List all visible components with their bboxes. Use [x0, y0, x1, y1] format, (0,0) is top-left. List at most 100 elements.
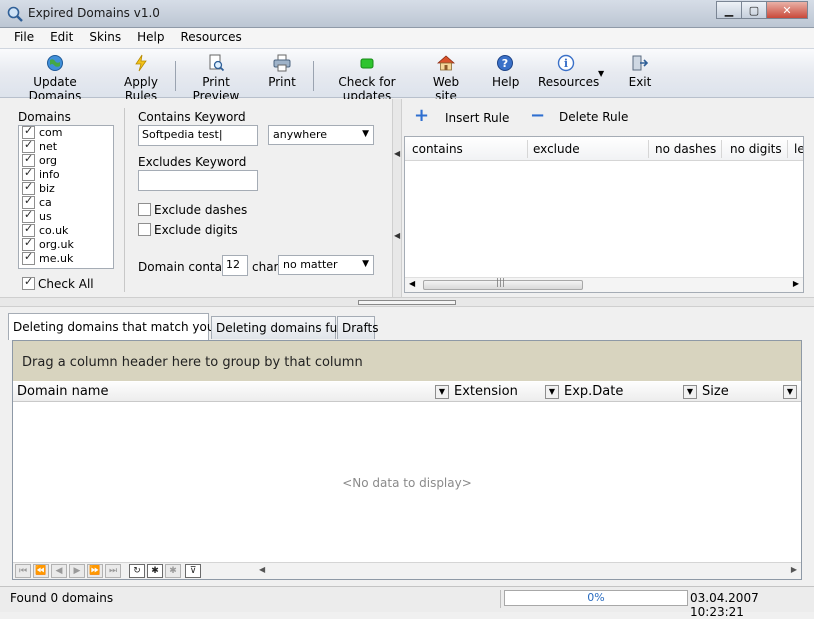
- grid-header: Domain name ▼ Extension ▼ Exp.Date ▼ Siz…: [13, 382, 801, 402]
- scroll-left-icon[interactable]: ◀: [409, 279, 415, 288]
- toolbar: Update Domains Apply Rules Print Preview…: [0, 48, 814, 103]
- lightning-icon: [135, 54, 147, 72]
- scroll-left-icon[interactable]: ◀: [259, 565, 265, 574]
- menu-resources[interactable]: Resources: [172, 28, 249, 48]
- help-icon: ?: [497, 55, 513, 71]
- menu-bar: File Edit Skins Help Resources: [0, 28, 814, 48]
- filter-icon[interactable]: ⊽: [185, 564, 201, 578]
- filter-dropdown-icon[interactable]: ▼: [435, 385, 449, 399]
- contains-keyword-input[interactable]: Softpedia test|: [138, 125, 258, 146]
- exclude-dashes-checkbox[interactable]: [138, 203, 151, 216]
- filter-dropdown-icon[interactable]: ▼: [783, 385, 797, 399]
- tab-matching-rules[interactable]: Deleting domains that match your rules: [8, 313, 253, 340]
- vertical-splitter[interactable]: ◀ ◀: [392, 99, 402, 297]
- group-by-hint: Drag a column header here to group by th…: [22, 355, 363, 370]
- tab-drafts[interactable]: Drafts: [337, 316, 379, 339]
- char-position-select[interactable]: no matter ▼: [278, 255, 374, 275]
- column-header-size[interactable]: Size: [702, 384, 729, 399]
- home-icon: [437, 55, 455, 71]
- prev-page-icon[interactable]: ⏪: [33, 564, 49, 578]
- horizontal-scrollbar[interactable]: ◀ ||| ▶: [405, 277, 803, 292]
- exclude-digits-checkbox[interactable]: [138, 223, 151, 236]
- group-by-area[interactable]: Drag a column header here to group by th…: [13, 341, 801, 381]
- domains-grid[interactable]: Drag a column header here to group by th…: [12, 340, 802, 580]
- last-record-icon[interactable]: ⏭: [105, 564, 121, 578]
- column-header-exp-date[interactable]: Exp.Date: [564, 384, 623, 399]
- apply-rules-button[interactable]: Apply Rules: [112, 54, 170, 103]
- print-preview-button[interactable]: Print Preview: [183, 54, 249, 103]
- resources-button[interactable]: i Resources: [538, 54, 599, 89]
- exit-button[interactable]: Exit: [627, 54, 653, 89]
- column-divider: [648, 140, 649, 158]
- menu-file[interactable]: File: [6, 28, 42, 48]
- next-page-icon[interactable]: ⏩: [87, 564, 103, 578]
- exit-door-icon: [632, 55, 649, 71]
- minimize-button[interactable]: ▁: [716, 1, 742, 19]
- edit-record-icon[interactable]: ✱: [165, 564, 181, 578]
- close-button[interactable]: ✕: [766, 1, 808, 19]
- column-header-domain-name[interactable]: Domain name: [17, 384, 108, 399]
- splitter-grip[interactable]: [358, 300, 456, 305]
- collapse-arrow-icon: ◀: [394, 149, 401, 158]
- domain-item[interactable]: me.uk: [19, 250, 113, 266]
- filter-dropdown-icon[interactable]: ▼: [683, 385, 697, 399]
- column-header-length[interactable]: le: [794, 142, 803, 156]
- column-header-exclude[interactable]: exclude: [533, 142, 580, 156]
- title-bar: Expired Domains v1.0 ▁ ▢ ✕: [0, 0, 814, 28]
- progress-percent: 0%: [587, 591, 605, 604]
- menu-skins[interactable]: Skins: [81, 28, 129, 48]
- info-icon: i: [557, 54, 575, 72]
- resources-label: Resources: [538, 75, 600, 89]
- print-button[interactable]: Print: [268, 54, 296, 89]
- excludes-keyword-input[interactable]: [138, 170, 258, 191]
- column-header-no-digits[interactable]: no digits: [730, 142, 782, 156]
- svg-text:?: ?: [502, 57, 508, 70]
- scroll-thumb[interactable]: |||: [423, 278, 583, 290]
- refresh-icon[interactable]: ↻: [129, 564, 145, 578]
- resources-dropdown-icon[interactable]: ▼: [598, 69, 604, 78]
- next-record-icon[interactable]: ▶: [69, 564, 85, 578]
- toolbar-separator: [313, 61, 314, 91]
- excludes-keyword-label: Excludes Keyword: [138, 155, 247, 169]
- menu-edit[interactable]: Edit: [42, 28, 81, 48]
- column-header-extension[interactable]: Extension: [454, 384, 518, 399]
- divider: [124, 108, 125, 292]
- insert-record-icon[interactable]: ✱: [147, 564, 163, 578]
- char-count-input[interactable]: 12: [222, 255, 248, 276]
- maximize-button[interactable]: ▢: [741, 1, 767, 19]
- checkbox[interactable]: [22, 250, 35, 265]
- column-divider: [787, 140, 788, 158]
- check-updates-button[interactable]: Check for updates: [322, 54, 412, 103]
- grip-icon: |||: [496, 278, 506, 288]
- chevron-down-icon: ▼: [362, 129, 369, 139]
- scroll-right-icon[interactable]: ▶: [793, 279, 799, 288]
- rules-grid[interactable]: contains exclude no dashes no digits le …: [404, 136, 804, 293]
- help-button[interactable]: ? Help: [492, 54, 520, 89]
- first-record-icon[interactable]: ⏮: [15, 564, 31, 578]
- horizontal-splitter[interactable]: [0, 297, 814, 307]
- progress-bar: 0%: [504, 590, 688, 606]
- print-preview-icon: [209, 54, 225, 72]
- domain-list[interactable]: com net org info biz ca us co.uk org.uk …: [18, 124, 114, 269]
- column-divider: [721, 140, 722, 158]
- svg-text:i: i: [564, 57, 568, 70]
- prev-record-icon[interactable]: ◀: [51, 564, 67, 578]
- scroll-right-icon[interactable]: ▶: [791, 565, 797, 574]
- menu-help[interactable]: Help: [129, 28, 172, 48]
- window-title: Expired Domains v1.0: [28, 6, 160, 20]
- status-text: Found 0 domains: [10, 591, 114, 605]
- minus-icon: −: [530, 105, 546, 126]
- magnifier-icon: [7, 6, 23, 22]
- domains-label: Domains: [18, 110, 71, 124]
- check-all-checkbox[interactable]: [22, 275, 35, 290]
- website-button[interactable]: Web site: [424, 54, 468, 103]
- help-label: Help: [492, 75, 520, 89]
- position-select[interactable]: anywhere ▼: [268, 125, 374, 145]
- column-header-no-dashes[interactable]: no dashes: [655, 142, 716, 156]
- tab-full-list[interactable]: Deleting domains full list: [211, 316, 365, 339]
- close-icon: ✕: [782, 3, 792, 17]
- update-domains-button[interactable]: Update Domains: [14, 54, 96, 103]
- check-all-label: Check All: [38, 277, 94, 291]
- column-header-contains[interactable]: contains: [412, 142, 463, 156]
- filter-dropdown-icon[interactable]: ▼: [545, 385, 559, 399]
